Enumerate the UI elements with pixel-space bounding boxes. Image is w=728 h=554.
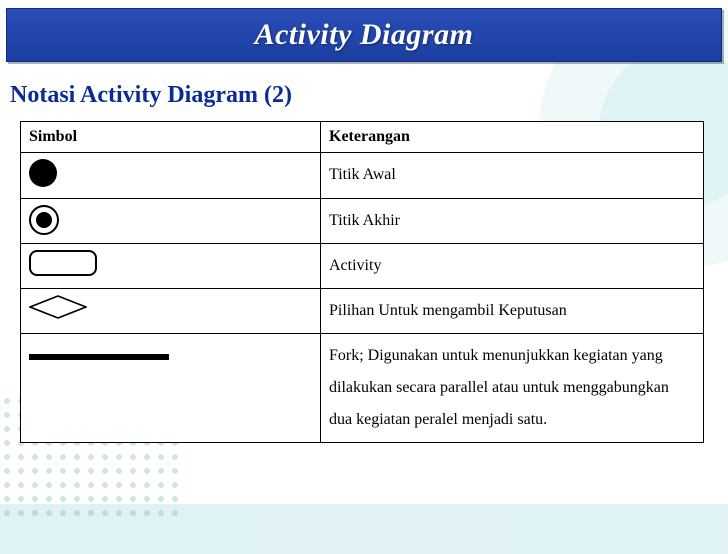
title-bar: Activity Diagram <box>6 8 722 62</box>
symbol-cell <box>21 289 321 334</box>
table-row: Titik Awal <box>21 153 704 199</box>
description-cell: Activity <box>321 244 704 289</box>
decision-node-icon <box>29 295 87 319</box>
col-header-description: Keterangan <box>321 122 704 153</box>
symbol-cell <box>21 334 321 443</box>
page-title: Activity Diagram <box>255 18 474 52</box>
col-header-symbol: Simbol <box>21 122 321 153</box>
description-cell: Pilihan Untuk mengambil Keputusan <box>321 289 704 334</box>
table-header-row: Simbol Keterangan <box>21 122 704 153</box>
description-cell: Fork; Digunakan untuk menunjukkan kegiat… <box>321 334 704 443</box>
initial-node-icon <box>29 159 57 187</box>
activity-node-icon <box>29 250 97 276</box>
final-node-icon <box>29 205 59 235</box>
notation-table: Simbol Keterangan Titik Awal Titik Akhir <box>20 121 704 443</box>
table-row: Fork; Digunakan untuk menunjukkan kegiat… <box>21 334 704 443</box>
symbol-cell <box>21 199 321 244</box>
symbol-cell <box>21 153 321 199</box>
symbol-cell <box>21 244 321 289</box>
description-cell: Titik Awal <box>321 153 704 199</box>
fork-bar-icon <box>29 354 169 360</box>
description-cell: Titik Akhir <box>321 199 704 244</box>
table-row: Pilihan Untuk mengambil Keputusan <box>21 289 704 334</box>
table-row: Titik Akhir <box>21 199 704 244</box>
subtitle: Notasi Activity Diagram (2) <box>10 82 728 109</box>
table-row: Activity <box>21 244 704 289</box>
